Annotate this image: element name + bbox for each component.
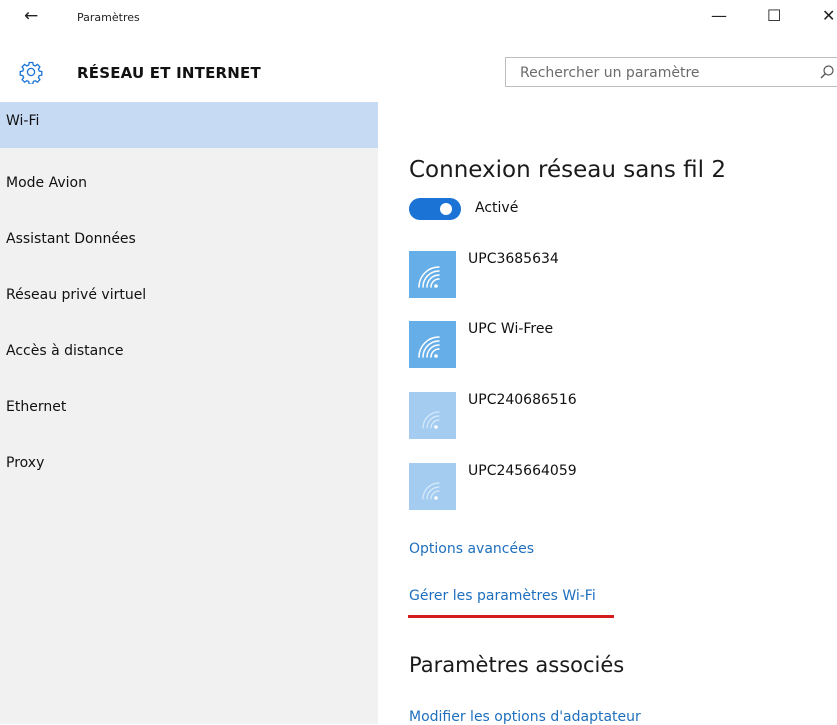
page-title: Connexion réseau sans fil 2: [409, 157, 726, 183]
sidebar-item-label: Accès à distance: [6, 343, 124, 359]
minimize-button[interactable]: —: [711, 6, 727, 25]
search-icon[interactable]: [819, 64, 835, 80]
network-item[interactable]: UPC3685634: [409, 251, 789, 311]
network-name: UPC Wi-Free: [468, 321, 554, 337]
network-name: UPC3685634: [468, 251, 559, 267]
sidebar-item-mode-avion[interactable]: Mode Avion: [0, 164, 378, 210]
close-button[interactable]: ✕: [822, 6, 835, 25]
sidebar-item-vpn[interactable]: Réseau privé virtuel: [0, 276, 378, 322]
title-bar: ← Paramètres — ☐ ✕: [0, 0, 837, 32]
sidebar-item-label: Wi-Fi: [6, 113, 40, 129]
adapter-options-link[interactable]: Modifier les options d'adaptateur: [409, 709, 641, 725]
app-title: Paramètres: [77, 11, 140, 24]
wifi-icon: [409, 463, 456, 510]
sidebar-item-label: Mode Avion: [6, 175, 87, 191]
search-input[interactable]: Rechercher un paramètre: [505, 57, 837, 87]
sidebar-item-label: Assistant Données: [6, 231, 136, 247]
manage-wifi-settings-link[interactable]: Gérer les paramètres Wi-Fi: [409, 588, 596, 604]
network-item[interactable]: UPC245664059: [409, 463, 789, 523]
sidebar-item-acces-distance[interactable]: Accès à distance: [0, 332, 378, 378]
sidebar-item-assistant-donnees[interactable]: Assistant Données: [0, 220, 378, 266]
sidebar-item-label: Proxy: [6, 455, 45, 471]
wifi-icon: [409, 321, 456, 368]
network-name: UPC245664059: [468, 463, 577, 479]
wifi-icon: [409, 392, 456, 439]
toggle-label: Activé: [475, 200, 519, 216]
advanced-options-link[interactable]: Options avancées: [409, 541, 534, 557]
network-item[interactable]: UPC Wi-Free: [409, 321, 789, 381]
search-placeholder: Rechercher un paramètre: [520, 65, 700, 81]
section-title: RÉSEAU ET INTERNET: [77, 64, 261, 82]
back-arrow-icon[interactable]: ←: [24, 7, 38, 25]
wifi-toggle[interactable]: [409, 198, 461, 220]
network-name: UPC240686516: [468, 392, 577, 408]
sidebar-item-label: Ethernet: [6, 399, 67, 415]
highlight-underline: [408, 615, 614, 618]
wifi-icon: [409, 251, 456, 298]
sidebar-item-label: Réseau privé virtuel: [6, 287, 147, 303]
sidebar-item-wifi[interactable]: Wi-Fi: [0, 102, 378, 148]
network-item[interactable]: UPC240686516: [409, 392, 789, 452]
maximize-button[interactable]: ☐: [767, 6, 781, 25]
sidebar-item-proxy[interactable]: Proxy: [0, 444, 378, 490]
toggle-knob: [440, 203, 452, 215]
gear-icon: [19, 61, 43, 84]
sidebar-item-ethernet[interactable]: Ethernet: [0, 388, 378, 434]
related-settings-title: Paramètres associés: [409, 653, 625, 677]
sidebar: Wi-Fi Mode Avion Assistant Données Résea…: [0, 102, 378, 724]
